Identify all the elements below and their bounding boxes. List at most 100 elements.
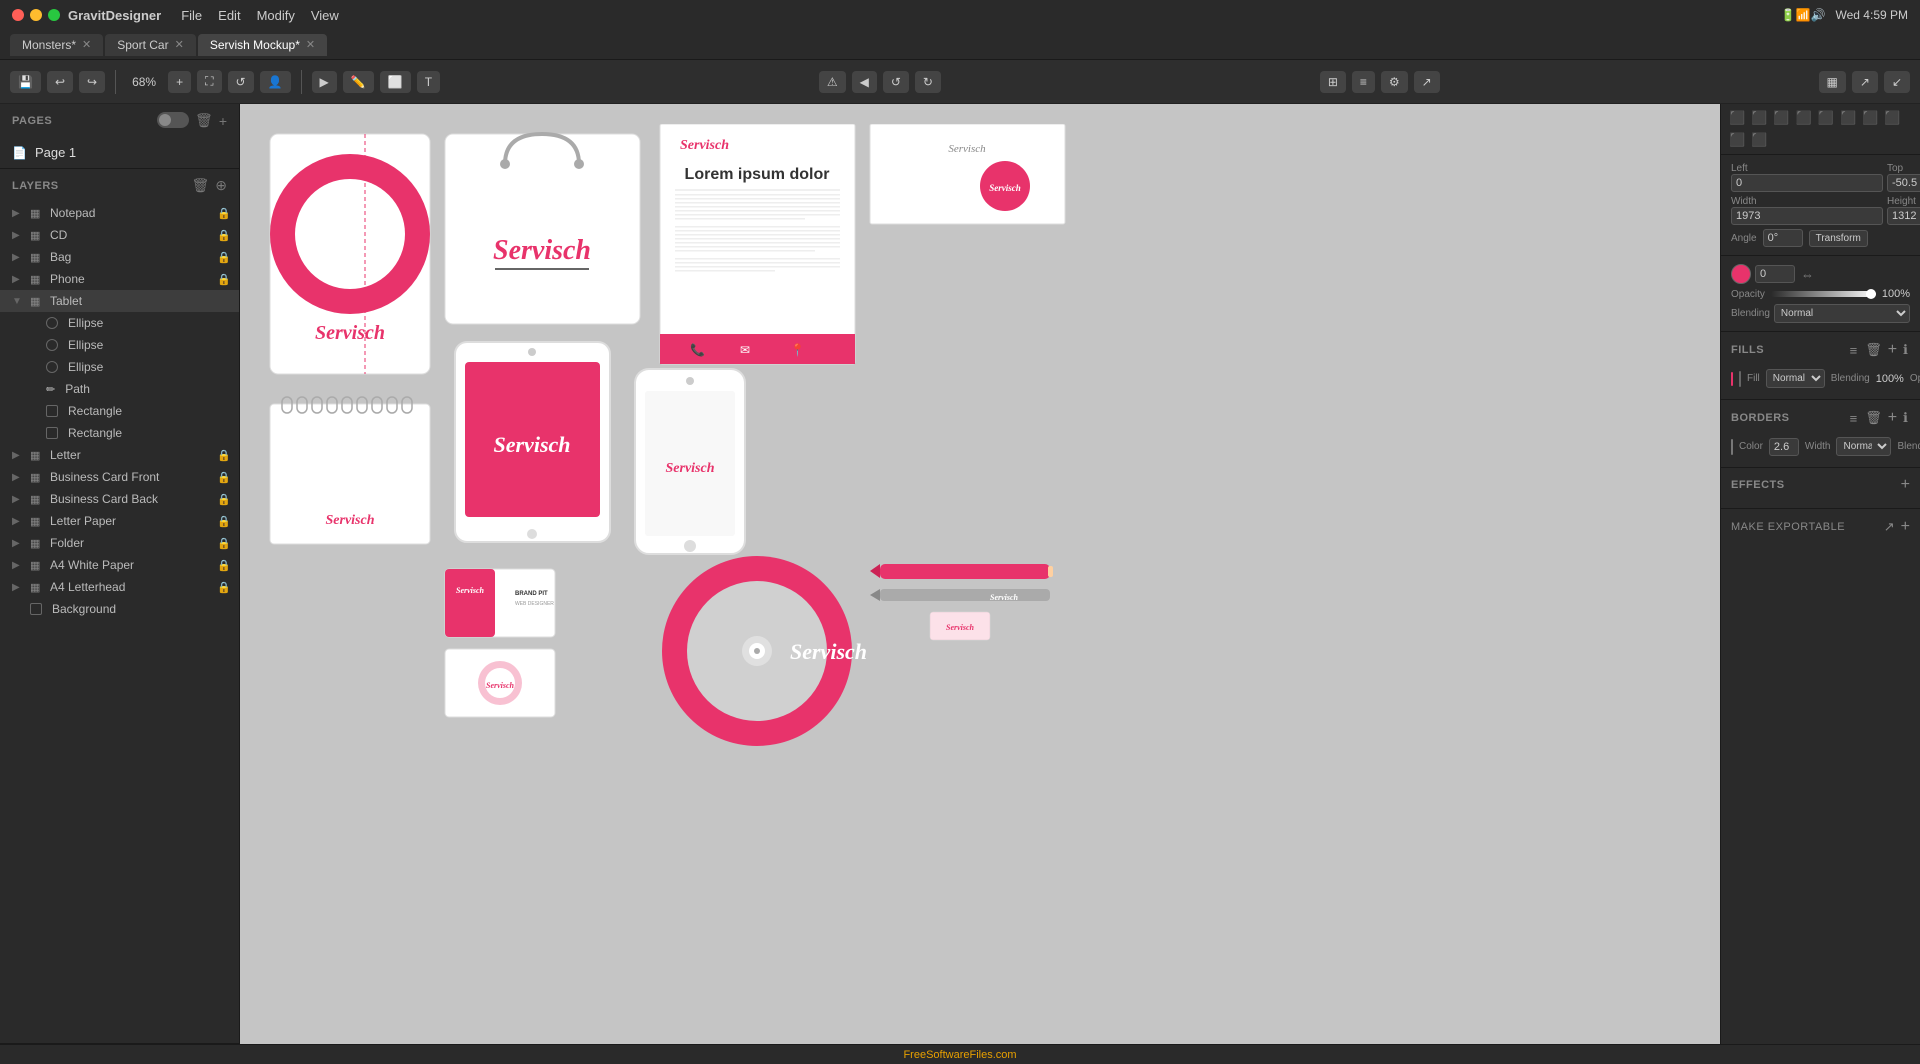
letter-mockup[interactable]: Servisch Lorem ipsum dolor bbox=[660, 124, 855, 364]
bc-back-mockup[interactable]: Servisch bbox=[445, 649, 555, 717]
phone-mockup[interactable]: Servisch bbox=[635, 369, 745, 554]
fill-checkbox[interactable] bbox=[1731, 372, 1733, 386]
fills-delete[interactable]: 🗑 bbox=[1863, 340, 1884, 360]
toolbar-profile[interactable]: 👤 bbox=[260, 71, 291, 93]
traffic-lights[interactable] bbox=[12, 9, 60, 21]
layer-letterpaper[interactable]: ▶ ▦ Letter Paper 🔒 bbox=[0, 510, 239, 532]
layer-rect2[interactable]: Rectangle bbox=[0, 422, 239, 444]
zoom-plus[interactable]: + bbox=[168, 71, 191, 93]
toolbar-refresh2[interactable]: ↻ bbox=[915, 71, 941, 93]
layer-tablet[interactable]: ▼ ▦ Tablet bbox=[0, 290, 239, 312]
tab-sportcar[interactable]: Sport Car ✕ bbox=[105, 34, 196, 56]
layer-a4letterhead[interactable]: ▶ ▦ A4 Letterhead 🔒 bbox=[0, 576, 239, 598]
layers-add[interactable]: ⊕ bbox=[215, 177, 227, 194]
layer-background[interactable]: Background bbox=[0, 598, 239, 620]
page-item[interactable]: 📄 Page 1 bbox=[0, 141, 239, 164]
transform-button[interactable]: Transform bbox=[1809, 230, 1868, 247]
effects-add[interactable]: + bbox=[1901, 476, 1910, 494]
canvas-area[interactable]: Servisch bbox=[240, 104, 1720, 1044]
bc-front-mockup[interactable]: Servisch BRAND PIT WEB DESIGNER bbox=[445, 569, 555, 637]
layer-rect1[interactable]: Rectangle bbox=[0, 400, 239, 422]
fills-align[interactable]: ≡ bbox=[1848, 340, 1860, 360]
bag-mockup[interactable]: Servisch bbox=[445, 134, 640, 324]
tool-shape[interactable]: ⬜ bbox=[380, 71, 411, 93]
exportable-add[interactable]: + bbox=[1901, 517, 1910, 537]
border-color-swatch[interactable] bbox=[1731, 439, 1733, 455]
border-width-input[interactable] bbox=[1769, 438, 1799, 456]
export-icon[interactable]: ↗ bbox=[1882, 517, 1897, 537]
align-top[interactable]: ⬛ bbox=[1794, 108, 1814, 128]
layer-ellipse2[interactable]: Ellipse bbox=[0, 334, 239, 356]
pages-toggle[interactable] bbox=[157, 112, 189, 128]
left-input[interactable] bbox=[1731, 174, 1883, 192]
layers-delete[interactable]: 🗑 bbox=[191, 177, 209, 194]
tab-servish-close[interactable]: ✕ bbox=[306, 38, 315, 51]
toolbar-warning[interactable]: ⚠ bbox=[819, 71, 846, 93]
tab-sportcar-close[interactable]: ✕ bbox=[175, 38, 184, 51]
toolbar-grid[interactable]: ⊞ bbox=[1320, 71, 1346, 93]
toolbar-settings[interactable]: ⚙ bbox=[1381, 71, 1408, 93]
layer-ellipse1[interactable]: Ellipse bbox=[0, 312, 239, 334]
opacity-input[interactable] bbox=[1755, 265, 1795, 283]
tool-text[interactable]: T bbox=[417, 71, 440, 93]
top-input[interactable] bbox=[1887, 174, 1920, 192]
align-right[interactable]: ⬛ bbox=[1771, 108, 1791, 128]
layer-bcfront[interactable]: ▶ ▦ Business Card Front 🔒 bbox=[0, 466, 239, 488]
borders-delete[interactable]: 🗑 bbox=[1863, 408, 1884, 428]
tab-monsters[interactable]: Monsters* ✕ bbox=[10, 34, 103, 56]
zoom-reset[interactable]: ↺ bbox=[228, 71, 254, 93]
toolbar-layers-view[interactable]: ≡ bbox=[1352, 71, 1375, 93]
tablet-mockup[interactable]: Servisch bbox=[270, 134, 430, 374]
tab-servish[interactable]: Servish Mockup* ✕ bbox=[198, 34, 327, 56]
pages-delete[interactable]: 🗑 bbox=[195, 112, 213, 129]
tool-select[interactable]: ▶ bbox=[312, 71, 337, 93]
pens-mockup[interactable]: Servisch Servisch bbox=[870, 564, 1053, 640]
align-left[interactable]: ⬛ bbox=[1727, 108, 1747, 128]
borders-add[interactable]: + bbox=[1888, 408, 1897, 428]
layer-folder[interactable]: ▶ ▦ Folder 🔒 bbox=[0, 532, 239, 554]
fill-color-swatch[interactable] bbox=[1739, 371, 1741, 387]
borders-info[interactable]: ℹ bbox=[1901, 408, 1910, 428]
opacity-expand[interactable]: ⇔ bbox=[1799, 265, 1816, 284]
color-circle[interactable] bbox=[1731, 264, 1751, 284]
toolbar-export[interactable]: ↗ bbox=[1414, 71, 1440, 93]
layer-phone[interactable]: ▶ ▦ Phone 🔒 bbox=[0, 268, 239, 290]
menu-file[interactable]: File bbox=[181, 8, 202, 23]
tool-pen[interactable]: ✏️ bbox=[343, 71, 374, 93]
align-middle[interactable]: ⬛ bbox=[1816, 108, 1836, 128]
menu-view[interactable]: View bbox=[311, 8, 339, 23]
notepad-mockup[interactable]: Servisch bbox=[270, 397, 430, 544]
menu-modify[interactable]: Modify bbox=[257, 8, 295, 23]
toolbar-refresh1[interactable]: ↺ bbox=[883, 71, 909, 93]
maximize-button[interactable] bbox=[48, 9, 60, 21]
fills-info[interactable]: ℹ bbox=[1901, 340, 1910, 360]
align-center[interactable]: ⬛ bbox=[1749, 108, 1769, 128]
cd-mockup[interactable]: Servisch bbox=[662, 556, 867, 746]
layer-bcback[interactable]: ▶ ▦ Business Card Back 🔒 bbox=[0, 488, 239, 510]
height-input[interactable] bbox=[1887, 207, 1920, 225]
menu-edit[interactable]: Edit bbox=[218, 8, 240, 23]
toolbar-right2[interactable]: ↗ bbox=[1852, 71, 1878, 93]
toolbar-right1[interactable]: ▦ bbox=[1819, 71, 1846, 93]
tab-monsters-close[interactable]: ✕ bbox=[82, 38, 91, 51]
distribute-h[interactable]: ⬛ bbox=[1860, 108, 1880, 128]
width-input[interactable] bbox=[1731, 207, 1883, 225]
borders-align[interactable]: ≡ bbox=[1848, 408, 1860, 428]
minimize-button[interactable] bbox=[30, 9, 42, 21]
layer-path[interactable]: ✏ Path bbox=[0, 378, 239, 400]
layer-bag[interactable]: ▶ ▦ Bag 🔒 bbox=[0, 246, 239, 268]
toolbar-right3[interactable]: ↙ bbox=[1884, 71, 1910, 93]
distribute-v[interactable]: ⬛ bbox=[1882, 108, 1902, 128]
toolbar-save[interactable]: 💾 bbox=[10, 71, 41, 93]
flip-v[interactable]: ⬛ bbox=[1749, 130, 1769, 150]
layer-ellipse3[interactable]: Ellipse bbox=[0, 356, 239, 378]
fill-blending-select[interactable]: Normal bbox=[1766, 369, 1825, 388]
layer-notepad[interactable]: ▶ ▦ Notepad 🔒 bbox=[0, 202, 239, 224]
layer-cd[interactable]: ▶ ▦ CD 🔒 bbox=[0, 224, 239, 246]
flip-h[interactable]: ⬛ bbox=[1727, 130, 1747, 150]
border-blending-select[interactable]: Normal bbox=[1836, 437, 1891, 456]
angle-input[interactable] bbox=[1763, 229, 1803, 247]
pages-add[interactable]: + bbox=[219, 112, 227, 129]
layer-a4white[interactable]: ▶ ▦ A4 White Paper 🔒 bbox=[0, 554, 239, 576]
zoom-fit[interactable]: ⛶ bbox=[197, 70, 221, 93]
